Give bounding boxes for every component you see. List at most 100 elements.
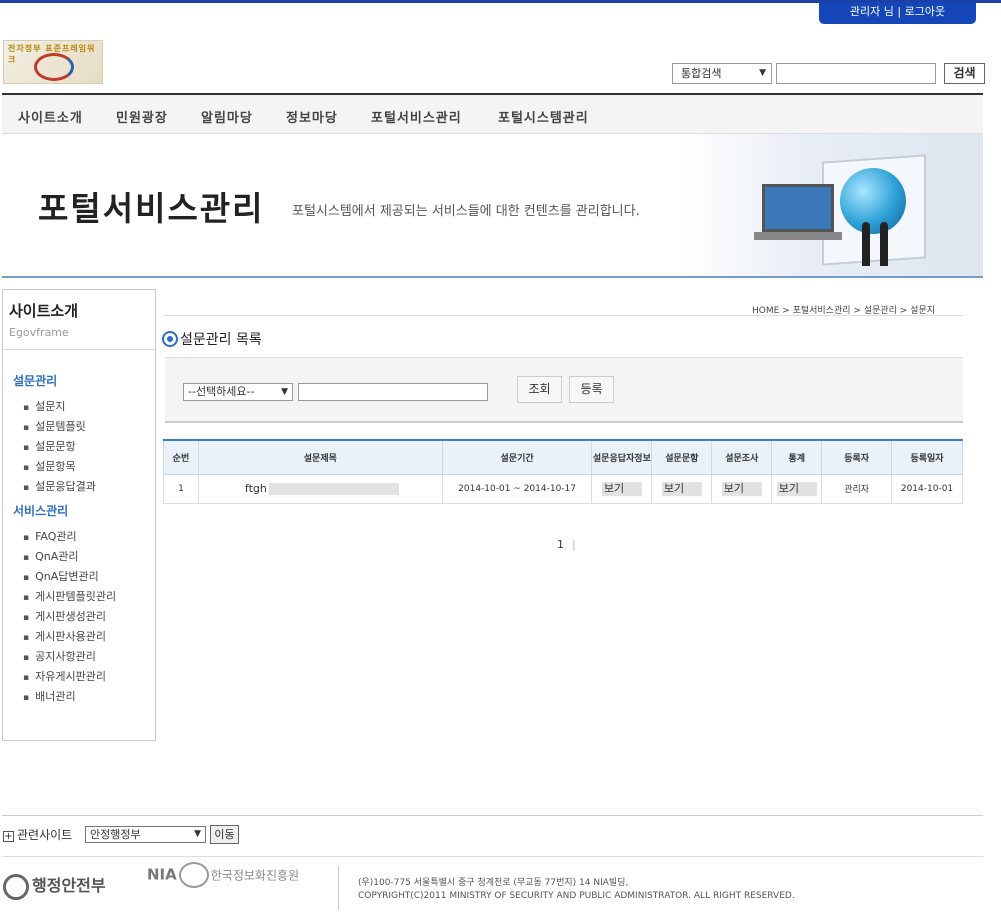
side-nav-item[interactable]: 설문문항: [23, 438, 75, 454]
register-button[interactable]: 등록: [569, 376, 614, 403]
nav-item-notice[interactable]: 알림마당: [201, 107, 253, 126]
footer-divider: [2, 856, 983, 857]
page-separator: |: [572, 538, 576, 551]
side-nav-subtitle: Egovframe: [9, 326, 69, 339]
nia-korean-name: 한국정보화진흥원: [210, 868, 300, 883]
side-nav-item[interactable]: FAQ관리: [23, 528, 77, 544]
column-header: 설문기간: [441, 439, 593, 475]
related-site-select[interactable]: 안정행정부 ▼: [85, 826, 206, 843]
side-nav-group-survey[interactable]: 설문관리: [13, 372, 57, 389]
search-button[interactable]: 검색: [944, 63, 985, 84]
side-nav-group-service[interactable]: 서비스관리: [13, 502, 68, 519]
search-input[interactable]: [776, 63, 936, 84]
user-logout-link[interactable]: 관리자 님 | 로그아웃: [850, 5, 945, 18]
side-nav-item[interactable]: 자유게시판관리: [23, 668, 106, 684]
view-stats-button[interactable]: 보기: [776, 481, 817, 496]
search-scope-select[interactable]: 통합검색 ▼: [672, 63, 772, 84]
side-nav-item[interactable]: 설문템플릿: [23, 418, 86, 434]
nia-logo: NIA 한국정보화진흥원: [147, 862, 299, 888]
keyword-input[interactable]: [298, 383, 488, 401]
pagination: 1 |: [557, 538, 576, 551]
user-bar: 관리자 님 | 로그아웃: [819, 2, 976, 24]
nav-item-info[interactable]: 정보마당: [286, 107, 338, 126]
cell-period: 2014-10-01 ~ 2014-10-17: [441, 473, 593, 504]
main-nav: 사이트소개 민원광장 알림마당 정보마당 포털서비스관리 포털시스템관리: [2, 93, 983, 134]
side-nav-item[interactable]: 설문항목: [23, 458, 75, 474]
cell-date: 2014-10-01: [891, 473, 963, 504]
column-header: 순번: [163, 439, 199, 475]
cell-title[interactable]: ftgh: [197, 473, 443, 504]
dropdown-arrow-icon: ▼: [759, 68, 766, 78]
plus-icon: +: [3, 831, 14, 842]
laptop-base: [754, 232, 842, 240]
side-nav-item[interactable]: 게시판사용관리: [23, 628, 106, 644]
column-header: 설문문항: [651, 439, 713, 475]
dropdown-arrow-icon: ▼: [194, 829, 201, 839]
mois-name: 행정안전부: [32, 876, 106, 895]
government-emblem-icon: [3, 873, 29, 900]
cell-writer: 관리자: [821, 473, 893, 504]
search-button[interactable]: 조회: [517, 376, 562, 403]
bullet-icon: [164, 333, 176, 345]
column-header: 등록자: [821, 439, 893, 475]
survey-table: 순번 설문제목 설문기간 설문응답자정보 설문문항 설문조사 통계 등록자 등록…: [163, 439, 963, 504]
view-survey-button[interactable]: 보기: [721, 481, 762, 496]
footer-vertical-divider: [338, 866, 339, 910]
globe-illustration: [840, 168, 906, 234]
side-nav-item[interactable]: 공지사항관리: [23, 648, 96, 664]
cell-question: 보기: [651, 473, 713, 504]
column-header: 설문조사: [711, 439, 773, 475]
go-button[interactable]: 이동: [210, 825, 239, 844]
search-scope-value: 통합검색: [681, 67, 722, 80]
person-illustration: [862, 222, 870, 266]
related-sites-label: 관련사이트: [17, 828, 73, 842]
nia-swirl-icon: [178, 862, 209, 888]
copyright-line: COPYRIGHT(C)2011 MINISTRY OF SECURITY AN…: [358, 891, 795, 901]
logo-emblem-icon: [34, 53, 74, 81]
search-condition-select[interactable]: --선택하세요-- ▼: [183, 383, 293, 401]
nav-item-portal-system[interactable]: 포털시스템관리: [498, 107, 589, 126]
side-nav: 사이트소개 Egovframe 설문관리 설문지 설문템플릿 설문문항 설문항목…: [2, 289, 156, 741]
cell-survey: 보기: [711, 473, 773, 504]
column-header: 통계: [771, 439, 823, 475]
view-respondent-button[interactable]: 보기: [601, 481, 642, 496]
page-banner: 포털서비스관리 포털시스템에서 제공되는 서비스들에 대한 컨텐츠를 관리합니다…: [2, 134, 983, 278]
page-title-text: 설문관리 목록: [180, 332, 262, 348]
side-nav-item[interactable]: 게시판템플릿관리: [23, 588, 116, 604]
title-highlight: [268, 483, 399, 495]
nav-item-site-intro[interactable]: 사이트소개: [18, 107, 83, 126]
laptop-illustration: [762, 184, 834, 232]
side-nav-item[interactable]: 설문응답결과: [23, 478, 96, 494]
cell-respondent: 보기: [591, 473, 653, 504]
nav-item-portal-service[interactable]: 포털서비스관리: [371, 107, 462, 126]
address-line: (우)100-775 서울특별시 중구 청계천로 (무교동 77번지) 14 N…: [358, 878, 629, 888]
footer-address: (우)100-775 서울특별시 중구 청계천로 (무교동 77번지) 14 N…: [358, 877, 795, 903]
related-sites: + 관련사이트: [3, 826, 72, 843]
side-nav-item[interactable]: 배너관리: [23, 688, 75, 704]
banner-title: 포털서비스관리: [38, 189, 265, 228]
page-number[interactable]: 1: [557, 538, 564, 551]
site-logo[interactable]: 전자정부 표준프레임워크: [3, 40, 103, 84]
cell-no: 1: [163, 473, 199, 504]
cell-stats: 보기: [771, 473, 823, 504]
column-header: 설문제목: [197, 439, 443, 475]
page-title: 설문관리 목록: [164, 329, 262, 349]
filter-box: --선택하세요-- ▼ 조회 등록: [165, 357, 963, 423]
mois-logo: 행정안전부: [3, 872, 106, 900]
side-nav-item[interactable]: QnA답변관리: [23, 568, 99, 584]
side-nav-title: 사이트소개: [9, 302, 79, 320]
side-nav-header: 사이트소개 Egovframe: [3, 290, 155, 350]
side-nav-item[interactable]: QnA관리: [23, 548, 78, 564]
view-question-button[interactable]: 보기: [661, 481, 702, 496]
table-header-row: 순번 설문제목 설문기간 설문응답자정보 설문문항 설문조사 통계 등록자 등록…: [163, 439, 963, 475]
banner-description: 포털시스템에서 제공되는 서비스들에 대한 컨텐츠를 관리합니다.: [292, 204, 640, 219]
dropdown-arrow-icon: ▼: [281, 387, 288, 397]
side-nav-item[interactable]: 설문지: [23, 398, 65, 414]
column-header: 등록일자: [891, 439, 963, 475]
side-nav-item[interactable]: 게시판생성관리: [23, 608, 106, 624]
survey-title-link[interactable]: ftgh: [245, 482, 267, 495]
search-condition-value: --선택하세요--: [188, 385, 255, 398]
person-illustration: [880, 222, 888, 266]
column-header: 설문응답자정보: [591, 439, 653, 475]
nav-item-civil[interactable]: 민원광장: [116, 107, 168, 126]
